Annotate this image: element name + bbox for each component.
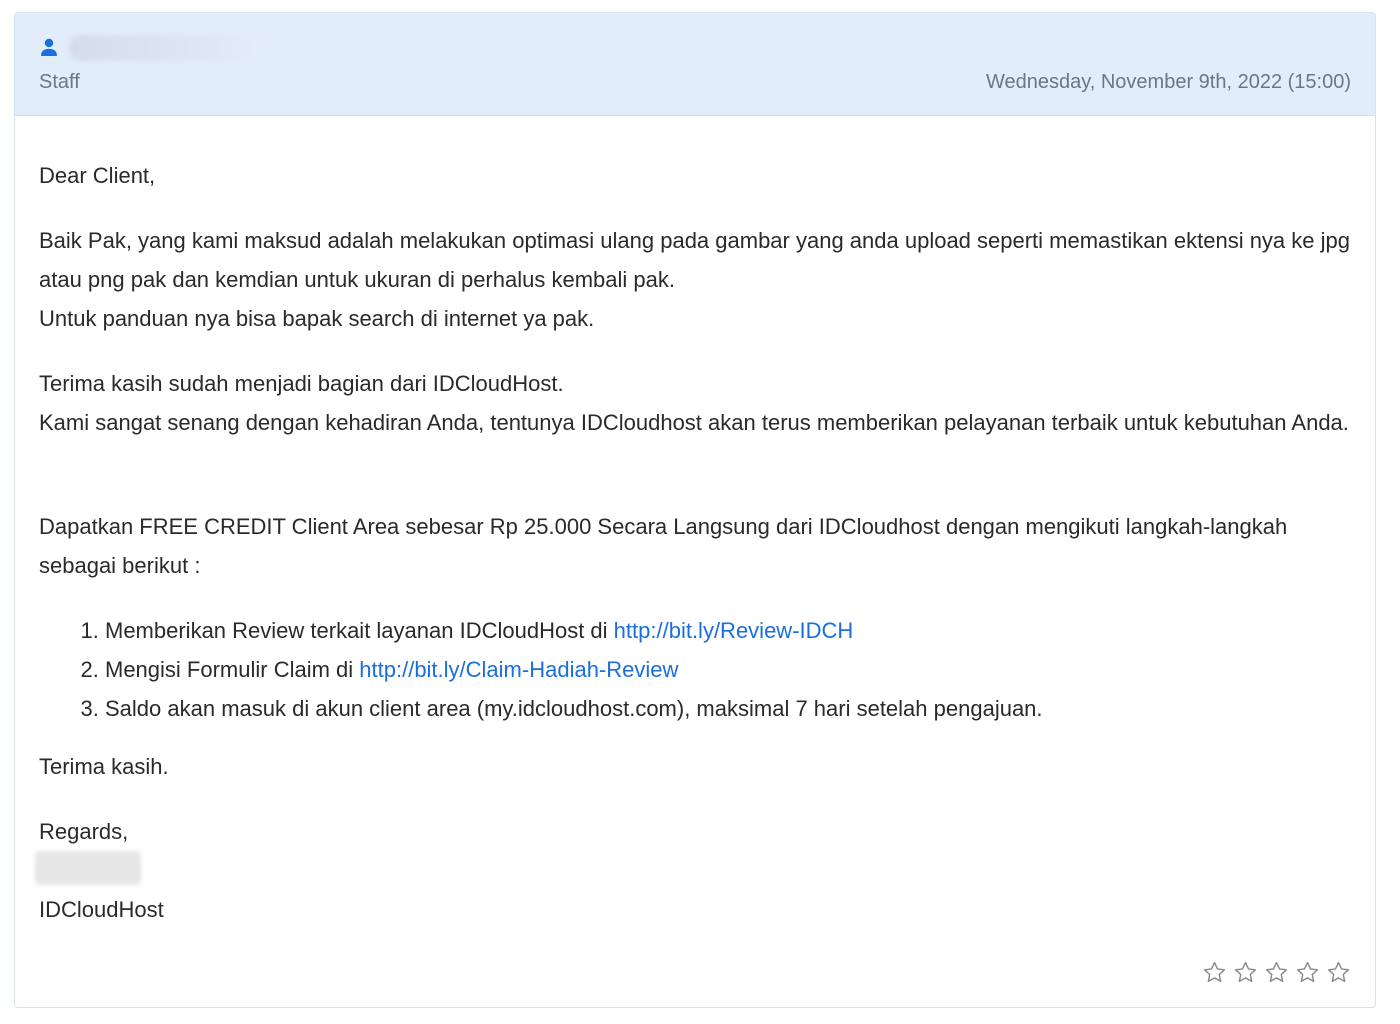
paragraph-line: Kami sangat senang dengan kehadiran Anda… [39, 410, 1349, 435]
ticket-reply-card: Staff Wednesday, November 9th, 2022 (15:… [14, 12, 1376, 1008]
paragraph-line: Baik Pak, yang kami maksud adalah melaku… [39, 228, 1350, 292]
author-name-redacted [69, 35, 259, 61]
paragraph-line: Dapatkan FREE CREDIT Client Area sebesar… [39, 514, 1288, 578]
star-outline-icon[interactable] [1233, 960, 1258, 985]
reply-timestamp: Wednesday, November 9th, 2022 (15:00) [985, 71, 1351, 93]
greeting: Dear Client, [39, 163, 156, 188]
step-text: Saldo akan masuk di akun client area (my… [105, 696, 1043, 721]
company-signature: IDCloudHost [39, 897, 164, 922]
step-text: Memberikan Review terkait layanan IDClou… [105, 618, 614, 643]
signature-name-redacted [35, 851, 141, 885]
author-role: Staff [39, 71, 80, 93]
paragraph-line: Untuk panduan nya bisa bapak search di i… [39, 306, 595, 331]
reply-header: Staff Wednesday, November 9th, 2022 (15:… [15, 13, 1375, 116]
user-icon [41, 38, 57, 56]
star-outline-icon[interactable] [1326, 960, 1351, 985]
paragraph-explanation: Baik Pak, yang kami maksud adalah melaku… [39, 221, 1351, 338]
step-text: Mengisi Formulir Claim di [105, 657, 360, 682]
paragraph-promo: Dapatkan FREE CREDIT Client Area sebesar… [39, 507, 1351, 585]
rating-stars [1202, 960, 1351, 985]
claim-link[interactable]: http://bit.ly/Claim-Hadiah-Review [359, 657, 678, 682]
paragraph-line: Terima kasih sudah menjadi bagian dari I… [39, 371, 564, 396]
closing-regards: Regards, [39, 819, 129, 844]
promo-steps-list: Memberikan Review terkait layanan IDClou… [79, 611, 1043, 728]
list-item: Memberikan Review terkait layanan IDClou… [105, 611, 1043, 650]
review-link[interactable]: http://bit.ly/Review-IDCH [614, 618, 854, 643]
star-outline-icon[interactable] [1202, 960, 1227, 985]
closing-thanks: Terima kasih. [39, 754, 169, 779]
list-item: Mengisi Formulir Claim di http://bit.ly/… [105, 650, 1043, 689]
star-outline-icon[interactable] [1264, 960, 1289, 985]
paragraph-thanks-intro: Terima kasih sudah menjadi bagian dari I… [39, 364, 1351, 442]
star-outline-icon[interactable] [1295, 960, 1320, 985]
list-item: Saldo akan masuk di akun client area (my… [105, 689, 1043, 728]
